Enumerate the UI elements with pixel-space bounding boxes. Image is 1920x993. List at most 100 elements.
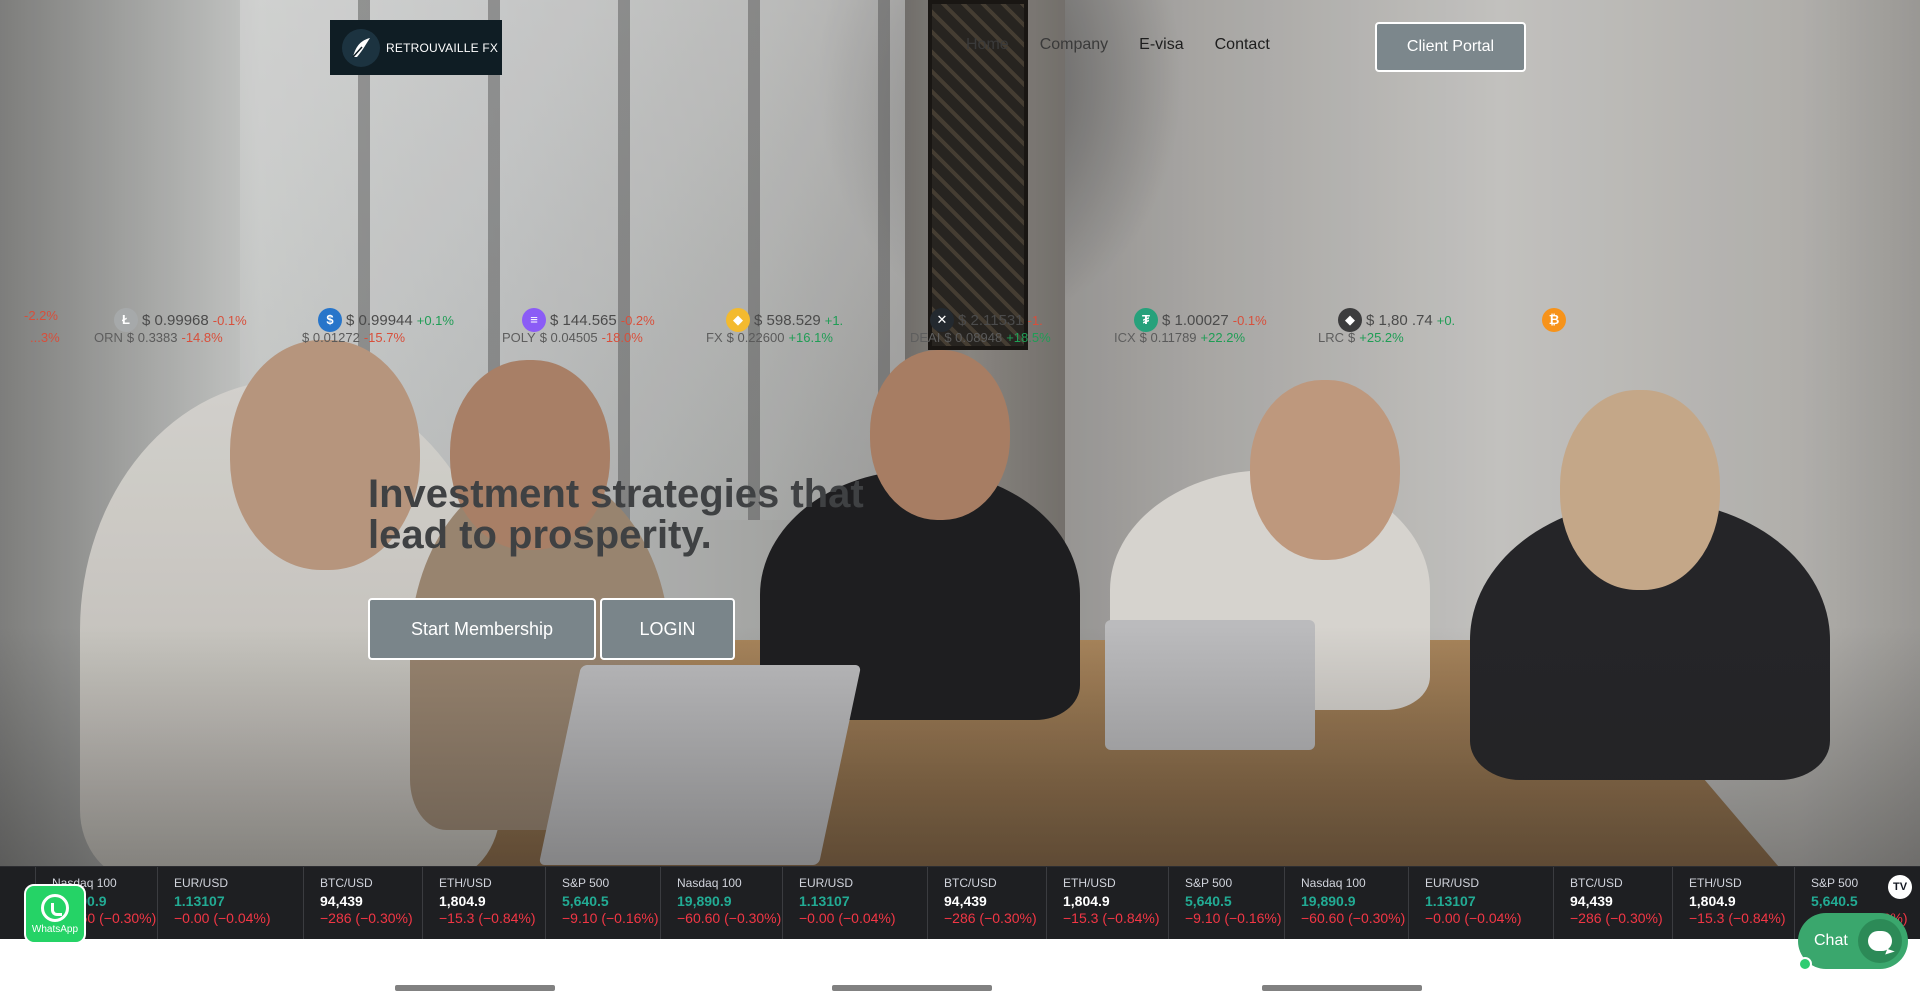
market-ticker-item[interactable]: Nasdaq 100 19,890.9−60.60 (−0.30%) xyxy=(660,867,781,939)
market-ticker-item[interactable]: ETH/USD 1,804.9 −15.3 (−0.84%) xyxy=(422,867,536,939)
login-button[interactable]: LOGIN xyxy=(600,598,735,660)
crypto-change: ...3% xyxy=(30,330,60,345)
market-symbol: ETH/USD xyxy=(1689,876,1742,890)
market-change: −0.00 (−0.04%) xyxy=(799,910,896,926)
crypto-ticker-item[interactable]: ◆ $ 1,80 .74 +0. xyxy=(1338,308,1455,332)
tradingview-logo-icon[interactable]: TV xyxy=(1888,875,1912,899)
market-ticker-item[interactable]: S&P 500 5,640.5−9.10 (−0.16%) xyxy=(1168,867,1282,939)
market-change: −15.3 (−0.84%) xyxy=(439,910,536,926)
market-ticker-item[interactable]: BTC/USD 94,439 −286 (−0.30%) xyxy=(1553,867,1663,939)
crypto-change: -2.2% xyxy=(24,308,58,323)
crypto-price: $ 0.08948 xyxy=(944,330,1003,345)
crypto-ticker-item[interactable]: ₮ $ 1.00027 -0.1% xyxy=(1134,308,1267,332)
chat-label: Chat xyxy=(1814,932,1848,949)
crypto-ticker-item-small[interactable]: ORN $ 0.3383 -14.8% xyxy=(94,330,223,345)
market-ticker-item[interactable]: EUR/USD 1.13107 −0.00 (−0.04%) xyxy=(157,867,271,939)
crypto-ticker-item-small[interactable]: FX $ 0.22600 +16.1% xyxy=(706,330,833,345)
market-symbol: EUR/USD xyxy=(174,876,229,890)
crypto-ticker-item-small[interactable]: LRC $ +25.2% xyxy=(1318,330,1404,345)
market-price: 1,804.9 xyxy=(1689,893,1736,909)
market-change: −0.00 (−0.04%) xyxy=(174,910,271,926)
crypto-price: $ 1.00027 xyxy=(1162,311,1229,329)
usdc-icon: $ xyxy=(318,308,342,332)
market-price: 1,804.9 xyxy=(439,893,486,909)
crypto-ticker-item-small[interactable]: ...3% xyxy=(22,330,60,345)
market-price: 1.13107 xyxy=(1425,893,1476,909)
market-ticker-item[interactable]: EUR/USD 1.13107 −0.00 (−0.04%) xyxy=(782,867,896,939)
market-symbol: Nasdaq 100 xyxy=(1301,876,1366,890)
nav-evisa[interactable]: E-visa xyxy=(1139,36,1183,54)
market-ticker-item[interactable]: S&P 500 5,640.5−9.10 (−0.16%) xyxy=(545,867,659,939)
crypto-change: +25.2% xyxy=(1359,330,1404,345)
crypto-name: POLY xyxy=(502,330,536,345)
market-change: −9.10 (−0.16%) xyxy=(1185,910,1282,926)
crypto-change: -0.1% xyxy=(1232,312,1267,328)
chat-online-indicator xyxy=(1798,957,1812,971)
market-ticker-item[interactable]: ETH/USD 1,804.9 −15.3 (−0.84%) xyxy=(1046,867,1160,939)
crypto-price: $ 0.3383 xyxy=(126,330,178,345)
whatsapp-button[interactable]: WhatsApp xyxy=(24,884,86,944)
hero-headline-line-2: lead to prosperity. xyxy=(368,513,712,557)
below-fold-section xyxy=(0,985,1920,993)
market-symbol: ETH/USD xyxy=(1063,876,1116,890)
nav-contact[interactable]: Contact xyxy=(1215,36,1270,54)
crypto-change: +16.1% xyxy=(788,330,833,345)
crypto-ticker-item[interactable]: ◆ $ 598.529 +1. xyxy=(726,308,843,332)
market-symbol: S&P 500 xyxy=(1185,876,1233,890)
market-ticker-item[interactable]: BTC/USD 94,439 −286 (−0.30%) xyxy=(927,867,1037,939)
crypto-ticker-item[interactable]: ₿ xyxy=(1542,308,1574,332)
crypto-price: $ 598.529 xyxy=(754,311,821,329)
market-symbol: BTC/USD xyxy=(1570,876,1623,890)
crypto-ticker-item[interactable]: ✕ $ 2.11531 -1. xyxy=(930,308,1043,332)
crypto-ticker-item-small[interactable]: $ 0.01272 -15.7% xyxy=(298,330,405,345)
crypto-price: $ 0.22600 xyxy=(726,330,785,345)
market-ticker-item[interactable]: EUR/USD 1.13107 −0.00 (−0.04%) xyxy=(1408,867,1522,939)
market-ticker-item[interactable]: Nasdaq 100 19,890.9−60.60 (−0.30%) xyxy=(1284,867,1405,939)
market-ticker-item[interactable]: BTC/USD 94,439 −286 (−0.30%) xyxy=(303,867,413,939)
litecoin-icon: Ł xyxy=(114,308,138,332)
crypto-change: -18.0% xyxy=(601,330,643,345)
leaf-logo-icon xyxy=(342,28,380,67)
market-change: −286 (−0.30%) xyxy=(1570,910,1663,926)
hero-section xyxy=(0,0,1920,866)
market-symbol: Nasdaq 100 xyxy=(677,876,742,890)
crypto-change: -0.2% xyxy=(620,312,655,328)
market-price: 19,890.9 xyxy=(1301,893,1356,909)
bitcoin-icon: ₿ xyxy=(1542,308,1566,332)
crypto-ticker-item[interactable]: ≡ $ 144.565 -0.2% xyxy=(522,308,655,332)
market-price: 1,804.9 xyxy=(1063,893,1110,909)
site-logo[interactable]: RETROUVAILLE FX xyxy=(330,20,502,75)
market-price: 94,439 xyxy=(944,893,987,909)
market-price: 1.13107 xyxy=(174,893,225,909)
crypto-ticker-item-small[interactable]: ICX $ 0.11789 +22.2% xyxy=(1114,330,1245,345)
crypto-price: $ xyxy=(1348,330,1356,345)
crypto-price: $ 0.99944 xyxy=(346,311,413,329)
crypto-ticker-item[interactable]: $ $ 0.99944 +0.1% xyxy=(318,308,454,332)
crypto-change: +18.5% xyxy=(1006,330,1051,345)
crypto-ticker-item-small[interactable]: POLY $ 0.04505 -18.0% xyxy=(502,330,643,345)
market-price: 5,640.5 xyxy=(1185,893,1232,909)
crypto-ticker-item-small[interactable]: DEAI $ 0.08948 +18.5% xyxy=(910,330,1051,345)
crypto-name: LRC xyxy=(1318,330,1345,345)
market-change: −0.00 (−0.04%) xyxy=(1425,910,1522,926)
client-portal-button[interactable]: Client Portal xyxy=(1375,22,1526,72)
start-membership-button[interactable]: Start Membership xyxy=(368,598,596,660)
crypto-ticker-item[interactable]: Ł $ 0.99968 -0.1% xyxy=(114,308,247,332)
chat-widget-button[interactable]: Chat xyxy=(1798,913,1908,971)
market-change: −60.60 (−0.30%) xyxy=(1301,910,1406,926)
nav-home[interactable]: Home xyxy=(966,36,1009,54)
crypto-change: +0.1% xyxy=(416,312,454,328)
crypto-price: $ 0.04505 xyxy=(539,330,598,345)
crypto-price: $ 0.99968 xyxy=(142,311,209,329)
ethereum-icon: ◆ xyxy=(1338,308,1362,332)
crypto-change: -1. xyxy=(1027,312,1043,328)
crypto-ticker-item[interactable]: -2.2% xyxy=(20,308,58,323)
market-ticker-item[interactable]: ETH/USD 1,804.9 −15.3 (−0.84%) xyxy=(1672,867,1786,939)
crypto-change: +22.2% xyxy=(1200,330,1245,345)
crypto-price: $ 0.01272 xyxy=(302,330,360,345)
tether-icon: ₮ xyxy=(1134,308,1158,332)
crypto-name: DEAI xyxy=(910,330,941,345)
market-ticker[interactable]: S&P 5005,640.5−9.10 (−0.16%)ETH/USD1,804… xyxy=(0,866,1920,939)
crypto-ticker: -2.2% Ł $ 0.99968 -0.1% $ $ 0.99944 +0.1% ≡ $ 14… xyxy=(0,300,1920,350)
nav-company[interactable]: Company xyxy=(1040,36,1108,54)
